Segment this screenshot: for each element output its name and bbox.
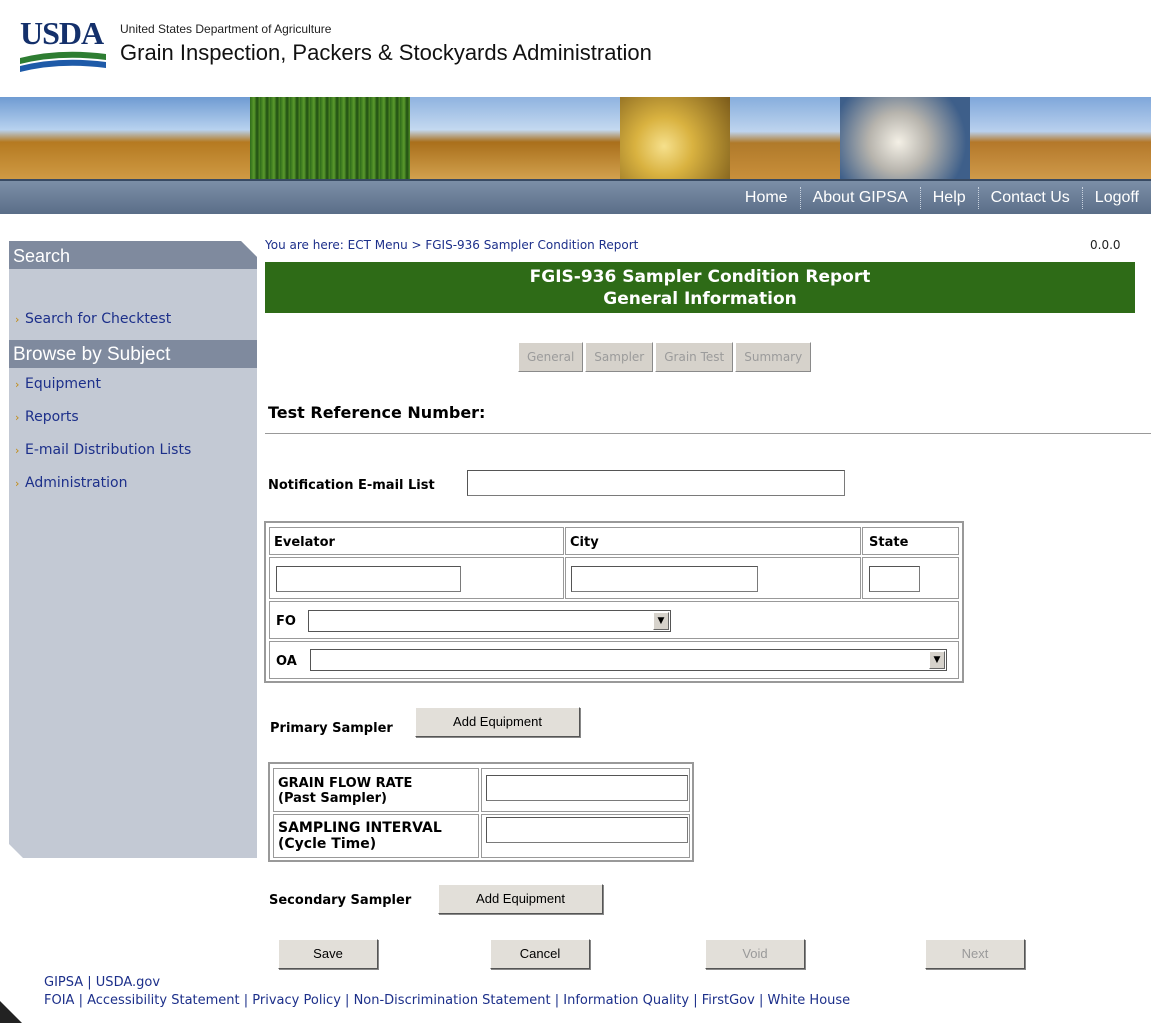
sampler-rate-table: GRAIN FLOW RATE (Past Sampler) SAMPLING … <box>268 762 694 862</box>
oa-label: OA <box>276 654 297 669</box>
tab-general[interactable]: General <box>518 342 584 372</box>
fo-label: FO <box>276 614 296 629</box>
footer-link-usda[interactable]: USDA.gov <box>96 975 160 990</box>
sidebar: Search › Search for Checktest Browse by S… <box>9 241 257 858</box>
elevator-label: Evelator <box>274 535 335 550</box>
secondary-sampler-label: Secondary Sampler <box>269 893 412 908</box>
sidebar-item-reports[interactable]: › Reports <box>9 401 257 434</box>
sampling-interval-input[interactable] <box>486 817 688 843</box>
sidebar-item-search-checktest[interactable]: › Search for Checktest <box>9 303 257 336</box>
section-tabs: General Sampler Grain Test Summary <box>518 342 813 372</box>
tab-sampler[interactable]: Sampler <box>585 342 654 372</box>
footer-link-nondiscrimination[interactable]: Non-Discrimination Statement <box>354 993 551 1008</box>
sidebar-item-label: Search for Checktest <box>25 311 172 327</box>
city-input[interactable] <box>571 566 758 592</box>
grain-flow-label-line1: GRAIN FLOW RATE <box>278 776 413 791</box>
state-label: State <box>869 535 909 550</box>
sidebar-heading-search: Search <box>9 241 257 269</box>
sampling-interval-label-cell: SAMPLING INTERVAL (Cycle Time) <box>273 814 479 858</box>
footer-link-information-quality[interactable]: Information Quality <box>563 993 689 1008</box>
usda-logo[interactable]: USDA <box>20 15 106 72</box>
sampling-interval-label-line2: (Cycle Time) <box>278 836 377 852</box>
header-banner-image <box>0 97 1151 179</box>
sampling-interval-label: SAMPLING INTERVAL (Cycle Time) <box>278 820 442 852</box>
void-button[interactable]: Void <box>705 939 805 969</box>
logo-swoosh-icon <box>20 51 106 72</box>
elevator-input-cell <box>269 557 564 599</box>
sidebar-item-label: Equipment <box>25 376 101 392</box>
footer-link-firstgov[interactable]: FirstGov <box>702 993 755 1008</box>
sidebar-item-administration[interactable]: › Administration <box>9 467 257 500</box>
site-header: USDA United States Department of Agricul… <box>0 0 1151 97</box>
footer-link-accessibility[interactable]: Accessibility Statement <box>87 993 240 1008</box>
arrow-icon: › <box>15 411 20 424</box>
add-secondary-equipment-button[interactable]: Add Equipment <box>438 884 603 914</box>
city-header-cell: City <box>565 527 861 555</box>
footer-link-privacy[interactable]: Privacy Policy <box>252 993 341 1008</box>
agency-name: Grain Inspection, Packers & Stockyards A… <box>120 40 652 65</box>
chevron-down-icon[interactable]: ▼ <box>929 651 945 669</box>
state-header-cell: State <box>862 527 959 555</box>
version-label: 0.0.0 <box>1090 238 1121 252</box>
grain-flow-label-line2: (Past Sampler) <box>278 791 387 806</box>
tab-grain-test[interactable]: Grain Test <box>655 342 734 372</box>
sampling-interval-input-cell <box>481 814 690 858</box>
arrow-icon: › <box>15 378 20 391</box>
state-input[interactable] <box>869 566 920 592</box>
divider <box>265 433 1151 434</box>
sidebar-item-label: Administration <box>25 475 128 491</box>
chevron-down-icon[interactable]: ▼ <box>653 612 669 630</box>
sidebar-item-label: Reports <box>25 409 79 425</box>
footer-link-white-house[interactable]: White House <box>768 993 851 1008</box>
city-label: City <box>570 535 599 550</box>
page-title: FGIS-936 Sampler Condition Report Genera… <box>265 262 1135 313</box>
grain-flow-input-cell <box>481 768 690 812</box>
nav-logoff[interactable]: Logoff <box>1081 187 1151 209</box>
nav-about-gipsa[interactable]: About GIPSA <box>799 187 920 209</box>
fo-cell: FO ▼ <box>269 601 959 639</box>
grain-flow-input[interactable] <box>486 775 688 801</box>
oa-cell: OA ▼ <box>269 641 959 679</box>
nav-help[interactable]: Help <box>919 187 978 209</box>
cancel-button[interactable]: Cancel <box>490 939 590 969</box>
sampling-interval-label-line1: SAMPLING INTERVAL <box>278 820 442 836</box>
top-navigation: Home About GIPSA Help Contact Us Logoff <box>0 179 1151 214</box>
page-title-line2: General Information <box>603 289 797 309</box>
footer-links-secondary: FOIA | Accessibility Statement | Privacy… <box>44 993 851 1008</box>
primary-sampler-label: Primary Sampler <box>270 721 393 736</box>
nav-home[interactable]: Home <box>733 187 800 209</box>
sidebar-item-equipment[interactable]: › Equipment <box>9 368 257 401</box>
notification-email-input[interactable] <box>467 470 845 496</box>
corner-decoration <box>0 1001 22 1023</box>
logo-text: USDA <box>20 15 104 51</box>
save-button[interactable]: Save <box>278 939 378 969</box>
tab-summary[interactable]: Summary <box>735 342 812 372</box>
sidebar-item-label: E-mail Distribution Lists <box>25 442 192 458</box>
elevator-input[interactable] <box>276 566 461 592</box>
arrow-icon: › <box>15 313 20 326</box>
grain-flow-label: GRAIN FLOW RATE (Past Sampler) <box>278 776 412 806</box>
fo-select[interactable]: ▼ <box>308 610 671 632</box>
nav-contact-us[interactable]: Contact Us <box>977 187 1082 209</box>
arrow-icon: › <box>15 444 20 457</box>
arrow-icon: › <box>15 477 20 490</box>
city-input-cell <box>565 557 861 599</box>
page-title-line1: FGIS-936 Sampler Condition Report <box>529 267 871 287</box>
breadcrumb: You are here: ECT Menu > FGIS-936 Sample… <box>265 238 639 252</box>
state-input-cell <box>862 557 959 599</box>
footer-link-foia[interactable]: FOIA <box>44 993 74 1008</box>
test-reference-label: Test Reference Number: <box>268 403 486 422</box>
footer-links-primary: GIPSA | USDA.gov <box>44 975 161 990</box>
elevator-header-cell: Evelator <box>269 527 564 555</box>
department-name: United States Department of Agriculture <box>120 22 332 36</box>
location-table: Evelator City State FO ▼ OA ▼ <box>264 521 964 683</box>
grain-flow-label-cell: GRAIN FLOW RATE (Past Sampler) <box>273 768 479 812</box>
footer-link-gipsa[interactable]: GIPSA <box>44 975 83 990</box>
sidebar-item-email-lists[interactable]: › E-mail Distribution Lists <box>9 434 257 467</box>
add-primary-equipment-button[interactable]: Add Equipment <box>415 707 580 737</box>
notification-email-label: Notification E-mail List <box>268 478 435 493</box>
oa-select[interactable]: ▼ <box>310 649 947 671</box>
sidebar-heading-browse: Browse by Subject <box>9 340 257 368</box>
next-button[interactable]: Next <box>925 939 1025 969</box>
